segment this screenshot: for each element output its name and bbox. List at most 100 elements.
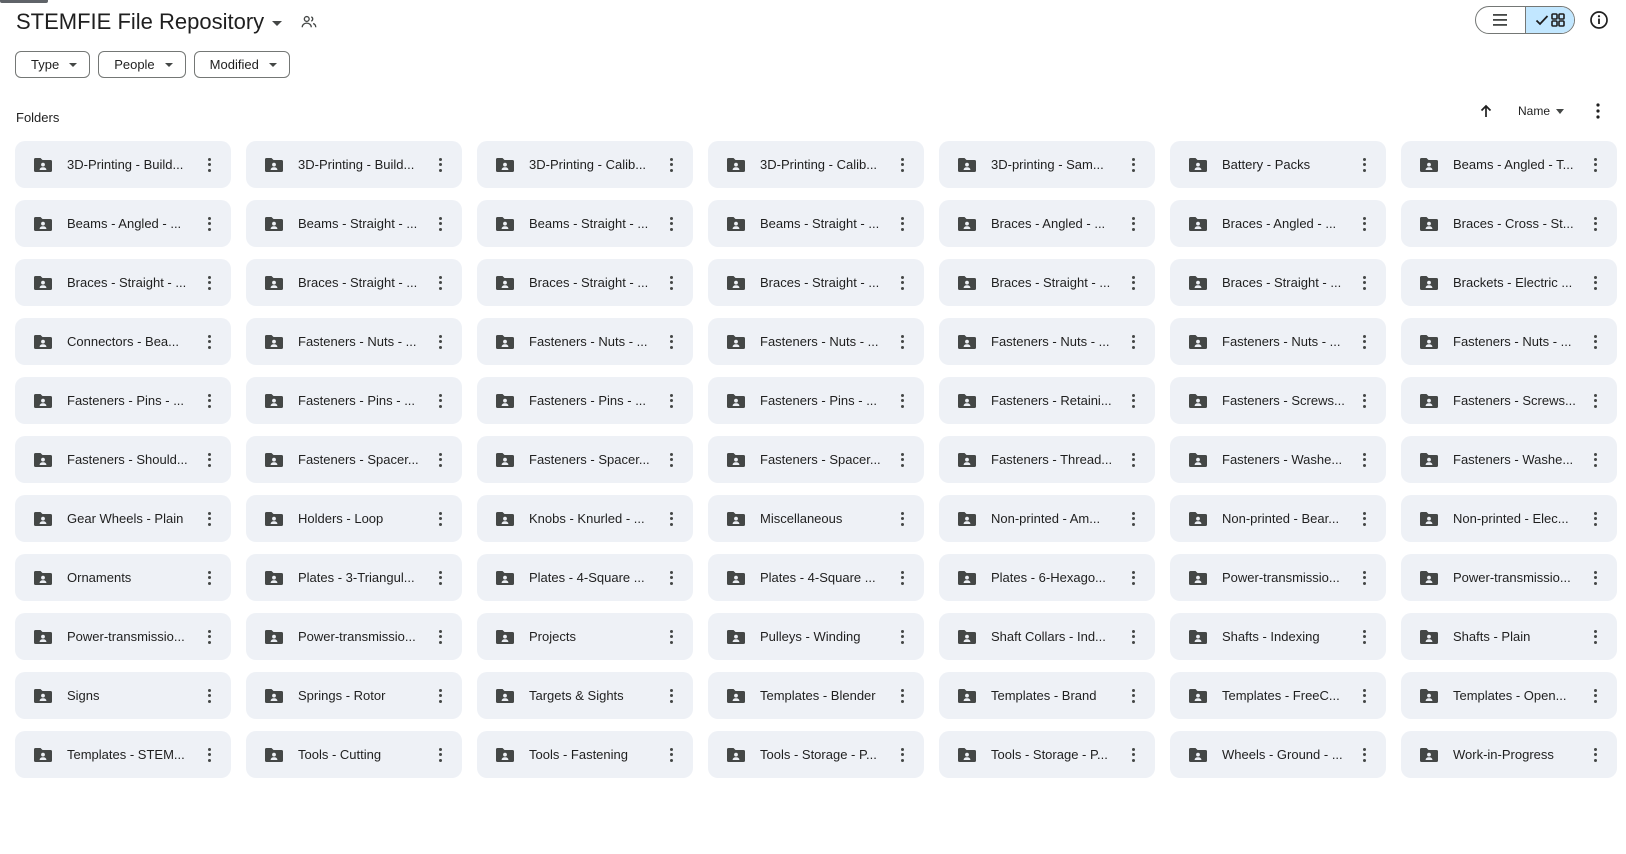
folder-item[interactable]: Fasteners - Nuts - ... [246, 318, 462, 365]
more-options-icon[interactable] [900, 570, 904, 585]
folder-item[interactable]: Braces - Angled - ... [939, 200, 1155, 247]
more-options-icon[interactable] [669, 393, 673, 408]
folder-item[interactable]: 3D-Printing - Build... [246, 141, 462, 188]
more-options-icon[interactable] [1593, 570, 1597, 585]
folder-item[interactable]: Shafts - Plain [1401, 613, 1617, 660]
arrow-up-icon[interactable] [1478, 103, 1494, 119]
folder-item[interactable]: Projects [477, 613, 693, 660]
folder-item[interactable]: Fasteners - Washe... [1401, 436, 1617, 483]
folder-item[interactable]: Beams - Straight - ... [477, 200, 693, 247]
more-options-icon[interactable] [1362, 747, 1366, 762]
more-options-icon[interactable] [1593, 334, 1597, 349]
folder-item[interactable]: Fasteners - Screws... [1401, 377, 1617, 424]
more-options-icon[interactable] [1593, 393, 1597, 408]
folder-item[interactable]: Signs [15, 672, 231, 719]
folder-item[interactable]: Shafts - Indexing [1170, 613, 1386, 660]
folder-item[interactable]: Non-printed - Elec... [1401, 495, 1617, 542]
folder-item[interactable]: 3D-Printing - Calib... [708, 141, 924, 188]
more-options-icon[interactable] [207, 511, 211, 526]
folder-item[interactable]: Beams - Angled - ... [15, 200, 231, 247]
more-options-icon[interactable] [1596, 103, 1600, 119]
folder-item[interactable]: Braces - Straight - ... [939, 259, 1155, 306]
more-options-icon[interactable] [1131, 747, 1135, 762]
folder-item[interactable]: Fasteners - Spacer... [708, 436, 924, 483]
more-options-icon[interactable] [1131, 157, 1135, 172]
more-options-icon[interactable] [207, 688, 211, 703]
folder-item[interactable]: Battery - Packs [1170, 141, 1386, 188]
folder-item[interactable]: Power-transmissio... [246, 613, 462, 660]
caret-down-icon[interactable] [272, 20, 283, 26]
folder-item[interactable]: Fasteners - Screws... [1170, 377, 1386, 424]
more-options-icon[interactable] [669, 157, 673, 172]
more-options-icon[interactable] [669, 511, 673, 526]
folder-item[interactable]: Fasteners - Pins - ... [246, 377, 462, 424]
folder-item[interactable]: Beams - Straight - ... [708, 200, 924, 247]
folder-item[interactable]: Tools - Storage - P... [708, 731, 924, 778]
more-options-icon[interactable] [1362, 688, 1366, 703]
folder-item[interactable]: Fasteners - Nuts - ... [939, 318, 1155, 365]
more-options-icon[interactable] [1593, 688, 1597, 703]
more-options-icon[interactable] [900, 511, 904, 526]
folder-item[interactable]: Non-printed - Am... [939, 495, 1155, 542]
more-options-icon[interactable] [1362, 393, 1366, 408]
more-options-icon[interactable] [438, 570, 442, 585]
info-icon[interactable] [1589, 10, 1609, 30]
folder-item[interactable]: Knobs - Knurled - ... [477, 495, 693, 542]
folder-item[interactable]: Fasteners - Nuts - ... [477, 318, 693, 365]
more-options-icon[interactable] [900, 157, 904, 172]
more-options-icon[interactable] [438, 511, 442, 526]
more-options-icon[interactable] [900, 688, 904, 703]
folder-item[interactable]: Templates - Blender [708, 672, 924, 719]
folder-item[interactable]: Brackets - Electric ... [1401, 259, 1617, 306]
more-options-icon[interactable] [900, 452, 904, 467]
folder-item[interactable]: Fasteners - Pins - ... [477, 377, 693, 424]
folder-item[interactable]: Fasteners - Spacer... [246, 436, 462, 483]
more-options-icon[interactable] [1131, 688, 1135, 703]
more-options-icon[interactable] [1362, 629, 1366, 644]
folder-item[interactable]: Ornaments [15, 554, 231, 601]
more-options-icon[interactable] [207, 334, 211, 349]
more-options-icon[interactable] [1131, 216, 1135, 231]
more-options-icon[interactable] [900, 629, 904, 644]
folder-item[interactable]: Fasteners - Retaini... [939, 377, 1155, 424]
folder-item[interactable]: Fasteners - Pins - ... [15, 377, 231, 424]
folder-item[interactable]: Templates - STEM... [15, 731, 231, 778]
more-options-icon[interactable] [1593, 452, 1597, 467]
more-options-icon[interactable] [207, 747, 211, 762]
more-options-icon[interactable] [1362, 334, 1366, 349]
folder-item[interactable]: Braces - Straight - ... [1170, 259, 1386, 306]
more-options-icon[interactable] [669, 570, 673, 585]
more-options-icon[interactable] [438, 452, 442, 467]
more-options-icon[interactable] [438, 688, 442, 703]
folder-item[interactable]: Gear Wheels - Plain [15, 495, 231, 542]
folder-item[interactable]: Templates - Brand [939, 672, 1155, 719]
folder-item[interactable]: Fasteners - Spacer... [477, 436, 693, 483]
more-options-icon[interactable] [1131, 511, 1135, 526]
folder-item[interactable]: Plates - 6-Hexago... [939, 554, 1155, 601]
more-options-icon[interactable] [207, 629, 211, 644]
folder-item[interactable]: Braces - Cross - St... [1401, 200, 1617, 247]
more-options-icon[interactable] [900, 747, 904, 762]
more-options-icon[interactable] [1131, 452, 1135, 467]
folder-item[interactable]: 3D-printing - Sam... [939, 141, 1155, 188]
more-options-icon[interactable] [207, 570, 211, 585]
more-options-icon[interactable] [669, 688, 673, 703]
folder-item[interactable]: Braces - Straight - ... [477, 259, 693, 306]
folder-item[interactable]: Fasteners - Should... [15, 436, 231, 483]
more-options-icon[interactable] [1362, 570, 1366, 585]
more-options-icon[interactable] [207, 393, 211, 408]
more-options-icon[interactable] [1131, 393, 1135, 408]
folder-item[interactable]: Springs - Rotor [246, 672, 462, 719]
type-filter-chip[interactable]: Type [15, 51, 91, 78]
folder-item[interactable]: Plates - 3-Triangul... [246, 554, 462, 601]
shared-people-icon[interactable] [300, 13, 318, 31]
more-options-icon[interactable] [1131, 275, 1135, 290]
folder-item[interactable]: Templates - FreeC... [1170, 672, 1386, 719]
more-options-icon[interactable] [438, 157, 442, 172]
more-options-icon[interactable] [1362, 511, 1366, 526]
folder-item[interactable]: Fasteners - Nuts - ... [1170, 318, 1386, 365]
folder-item[interactable]: Braces - Angled - ... [1170, 200, 1386, 247]
folder-item[interactable]: Miscellaneous [708, 495, 924, 542]
more-options-icon[interactable] [669, 275, 673, 290]
folder-item[interactable]: Beams - Straight - ... [246, 200, 462, 247]
